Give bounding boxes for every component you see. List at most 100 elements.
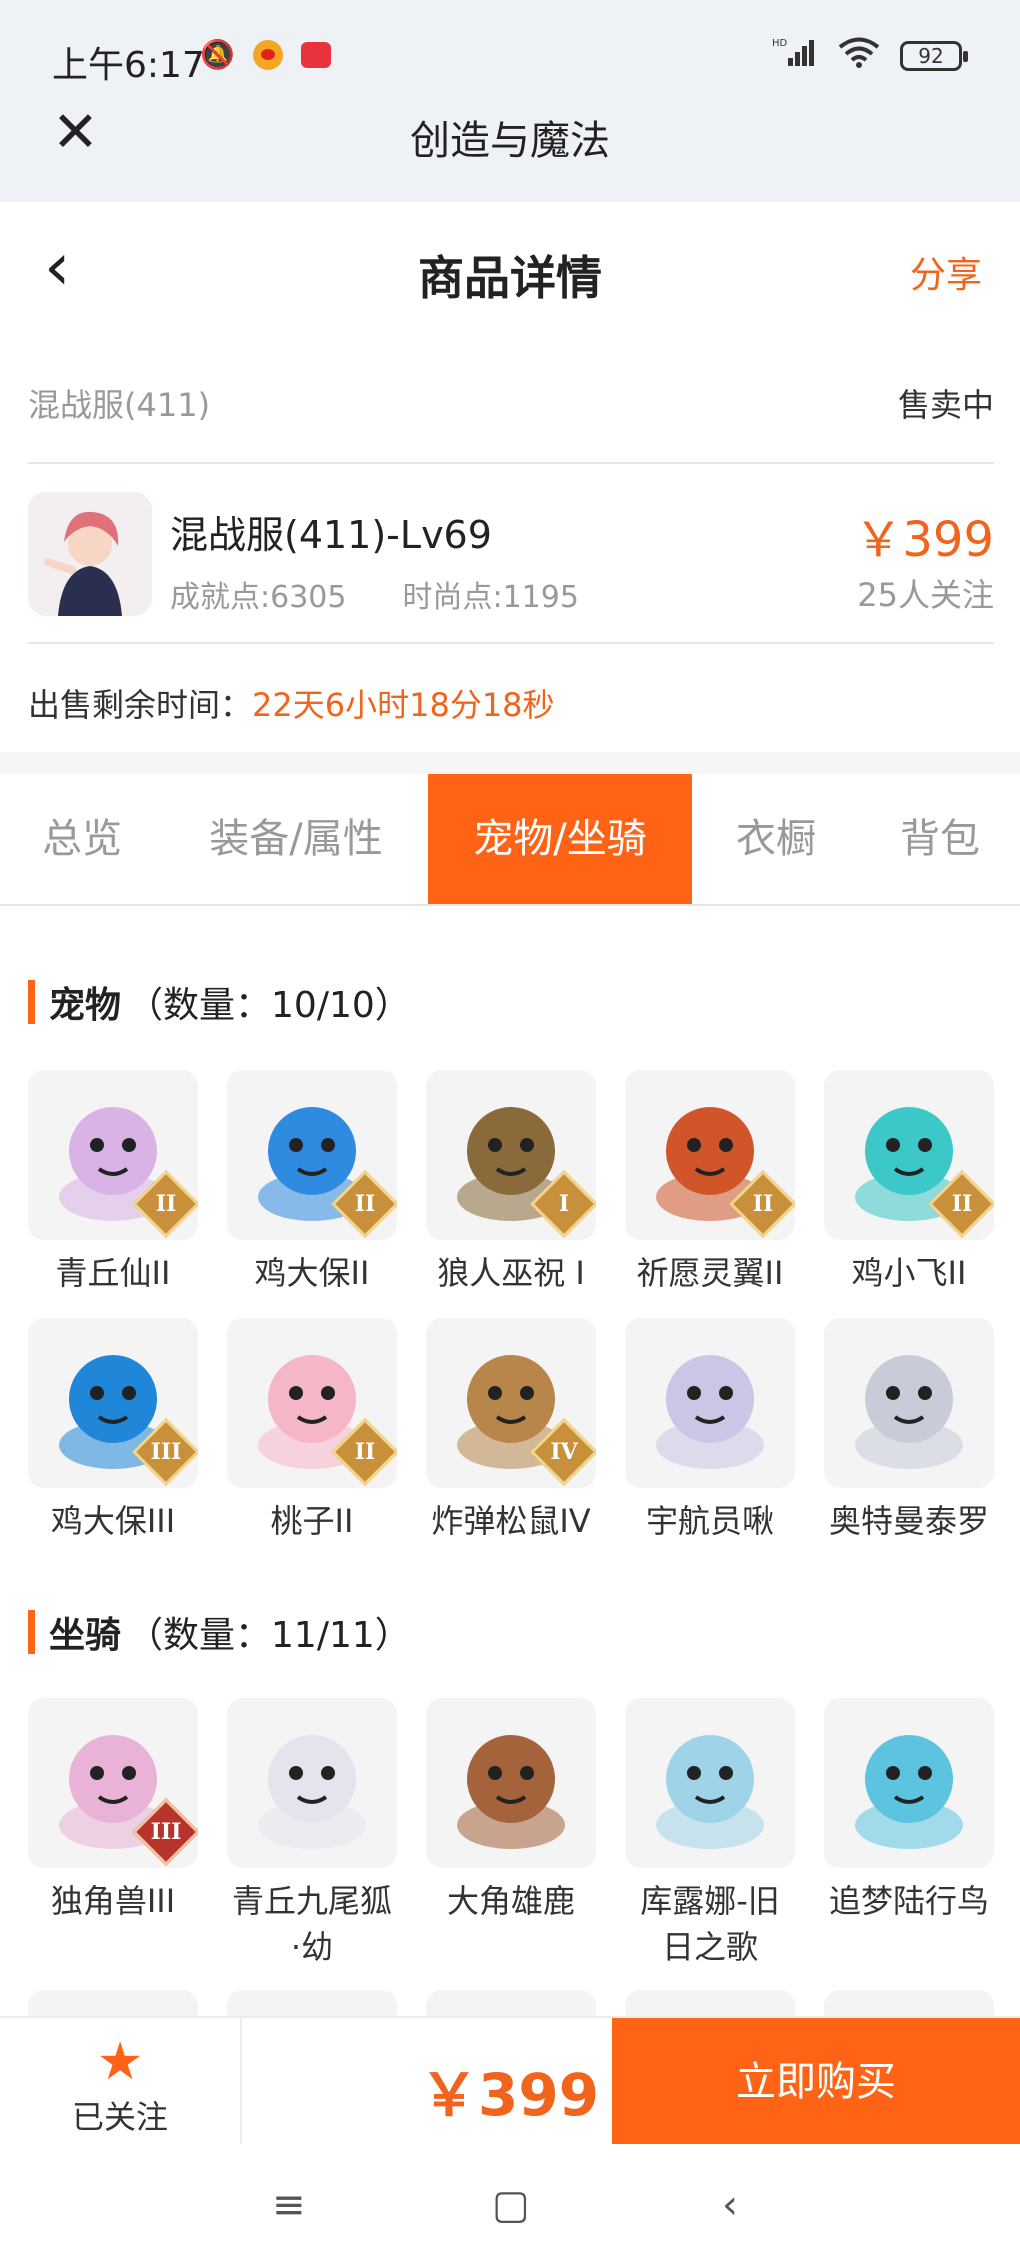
- mount-item[interactable]: 青丘九尾狐·幼: [227, 1698, 397, 1970]
- pets-grid: II 青丘仙II II 鸡大保II I 狼人巫祝 I II 祈愿灵翼II II 鸡小飞II III 鸡…: [28, 1070, 994, 1544]
- mount-item-partial[interactable]: [227, 1990, 397, 2016]
- home-icon[interactable]: ▢: [492, 2182, 530, 2228]
- weibo-icon: [252, 39, 283, 70]
- rank-badge-text: II: [752, 1191, 774, 1217]
- mount-name: 追梦陆行鸟: [828, 1882, 989, 1920]
- pets-section-title: 宠物 （数量：10/10）: [28, 976, 411, 1028]
- menu-icon[interactable]: ≡: [272, 2182, 306, 2228]
- back-icon[interactable]: ‹: [722, 2182, 738, 2228]
- pet-item[interactable]: II 鸡大保II: [227, 1070, 397, 1296]
- star-icon: ★: [96, 2032, 144, 2092]
- pet-thumbnail: [625, 1318, 795, 1488]
- sale-status: 售卖中: [897, 386, 994, 424]
- mount-thumbnail: [227, 1990, 397, 2016]
- bottom-price: ￥399: [420, 2061, 600, 2129]
- pet-thumbnail: II: [824, 1070, 994, 1240]
- remaining-time-label: 出售剩余时间：: [28, 686, 253, 724]
- mount-name: 独角兽III: [50, 1882, 176, 1920]
- product-stats: 成就点:6305 时尚点:1195: [170, 572, 579, 616]
- rank-badge-text: II: [155, 1191, 177, 1217]
- tab-wardrobe[interactable]: 衣橱: [692, 774, 860, 904]
- mount-thumbnail: [625, 1698, 795, 1868]
- pet-item[interactable]: IV 炸弹松鼠IV: [426, 1318, 596, 1544]
- mounts-grid: III 独角兽III 青丘九尾狐·幼 大角雄鹿 库露娜-旧日之歌 追梦陆行鸟: [28, 1698, 994, 1970]
- mount-thumbnail: [824, 1698, 994, 1868]
- mount-item[interactable]: III 独角兽III: [28, 1698, 198, 1970]
- product-price: ￥399: [854, 512, 994, 568]
- mount-item[interactable]: 库露娜-旧日之歌: [625, 1698, 795, 1970]
- mute-icon: 🔕: [200, 38, 235, 71]
- pet-item[interactable]: 奥特曼泰罗: [824, 1318, 994, 1544]
- status-time: 上午6:17: [52, 45, 205, 86]
- status-icons-left: 🔕: [200, 38, 331, 71]
- bottom-action-bar: ★ 已关注 ￥399 立即购买: [0, 2016, 1020, 2146]
- status-icons-right: HD 92: [772, 36, 968, 75]
- pet-name: 祈愿灵翼II: [636, 1254, 784, 1292]
- follow-label: 已关注: [71, 2098, 168, 2136]
- wifi-icon: [838, 36, 880, 75]
- pet-item[interactable]: I 狼人巫祝 I: [426, 1070, 596, 1296]
- remaining-time: 出售剩余时间：22天6小时18分18秒: [28, 680, 555, 726]
- pet-item[interactable]: 宇航员啾: [625, 1318, 795, 1544]
- battery-icon: 92: [900, 40, 968, 71]
- product-summary: 混战服(411)-Lv69 成就点:6305 时尚点:1195 ￥399 25人…: [28, 464, 994, 644]
- detail-tabs: 总览 装备/属性 宠物/坐骑 衣橱 背包: [0, 774, 1020, 906]
- pet-name: 炸弹松鼠IV: [431, 1502, 591, 1540]
- mount-thumbnail: [227, 1698, 397, 1868]
- mount-thumbnail: III: [28, 1698, 198, 1868]
- mount-name: 大角雄鹿: [446, 1882, 575, 1920]
- mounts-title: 坐骑: [49, 1615, 122, 1656]
- mount-item[interactable]: 大角雄鹿: [426, 1698, 596, 1970]
- server-row: 混战服(411) 售卖中: [28, 340, 994, 464]
- mount-item-partial[interactable]: [625, 1990, 795, 2016]
- share-button[interactable]: 分享: [910, 246, 982, 298]
- pet-item[interactable]: II 青丘仙II: [28, 1070, 198, 1296]
- pet-item[interactable]: II 祈愿灵翼II: [625, 1070, 795, 1296]
- pet-name: 鸡小飞II: [851, 1254, 967, 1292]
- buy-now-button[interactable]: 立即购买: [612, 2018, 1020, 2146]
- mount-name: 青丘九尾狐·幼: [231, 1882, 392, 1966]
- followers-count: 25人关注: [857, 576, 994, 614]
- pet-item[interactable]: III 鸡大保III: [28, 1318, 198, 1544]
- pet-name: 青丘仙II: [55, 1254, 171, 1292]
- tab-pets-mounts[interactable]: 宠物/坐骑: [428, 774, 692, 904]
- mount-thumbnail: [426, 1698, 596, 1868]
- pet-name: 鸡大保II: [254, 1254, 370, 1292]
- rank-badge-text: IV: [550, 1439, 578, 1465]
- pet-item[interactable]: II 鸡小飞II: [824, 1070, 994, 1296]
- pet-thumbnail: II: [227, 1318, 397, 1488]
- section-accent-bar: [28, 1610, 35, 1654]
- app-top-bar: 上午6:17 🔕 HD 92 ✕ 创造与魔法: [0, 0, 1020, 202]
- pet-name: 鸡大保III: [50, 1502, 176, 1540]
- rank-badge-text: III: [150, 1439, 182, 1465]
- tab-backpack[interactable]: 背包: [860, 774, 1020, 904]
- app-notification-icon: [300, 41, 331, 68]
- tab-overview[interactable]: 总览: [0, 774, 164, 904]
- pet-item[interactable]: II 桃子II: [227, 1318, 397, 1544]
- pet-thumbnail: [824, 1318, 994, 1488]
- pets-title: 宠物: [49, 985, 122, 1026]
- product-title: 混战服(411)-Lv69: [170, 513, 492, 557]
- mounts-count: （数量：11/11）: [127, 1615, 411, 1656]
- server-name: 混战服(411): [28, 386, 211, 424]
- rank-badge-text: I: [558, 1191, 570, 1217]
- section-divider: [0, 752, 1020, 774]
- rank-badge-text: II: [951, 1191, 973, 1217]
- pet-thumbnail: II: [227, 1070, 397, 1240]
- pet-thumbnail: III: [28, 1318, 198, 1488]
- remaining-time-value: 22天6小时18分18秒: [252, 686, 555, 724]
- mount-thumbnail: [824, 1990, 994, 2016]
- pet-thumbnail: II: [625, 1070, 795, 1240]
- mount-item-partial[interactable]: [824, 1990, 994, 2016]
- tab-equipment[interactable]: 装备/属性: [164, 774, 428, 904]
- follow-button[interactable]: ★ 已关注: [0, 2018, 242, 2144]
- mount-item-partial[interactable]: [28, 1990, 198, 2016]
- pet-thumbnail: II: [28, 1070, 198, 1240]
- system-nav-bar: ≡ ▢ ‹: [0, 2144, 1020, 2267]
- mount-item-partial[interactable]: [426, 1990, 596, 2016]
- rank-badge-text: II: [354, 1191, 376, 1217]
- hd-signal-icon: HD: [772, 36, 818, 75]
- pet-name: 宇航员啾: [645, 1502, 774, 1540]
- achievement-points: 成就点:6305: [170, 580, 347, 615]
- mount-item[interactable]: 追梦陆行鸟: [824, 1698, 994, 1970]
